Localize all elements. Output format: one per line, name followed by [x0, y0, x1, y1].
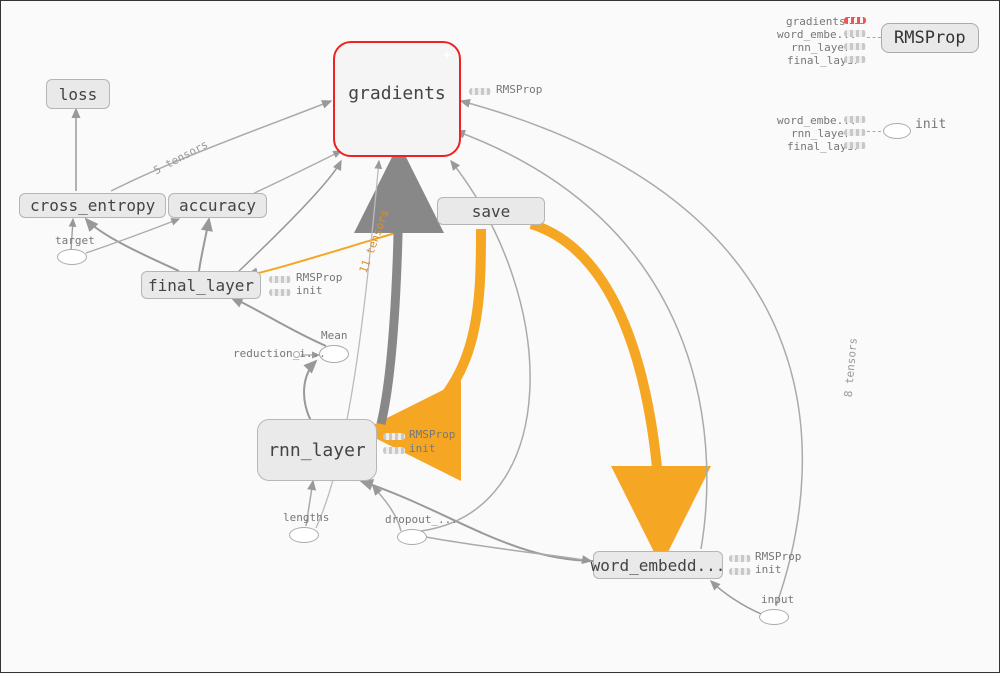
- var-badge-final-r: [269, 276, 291, 283]
- var-badge-rnn-r: [383, 433, 405, 440]
- legend-mid-link: [867, 131, 881, 132]
- node-target[interactable]: [57, 249, 87, 265]
- label-target: target: [55, 234, 95, 247]
- legend-mid-item-1: rnn_layer: [791, 127, 841, 140]
- label-dropout: dropout_...: [385, 513, 458, 526]
- node-gradients[interactable]: gradients +: [333, 41, 461, 157]
- node-input[interactable]: [759, 609, 789, 625]
- var-badge-final-i: [269, 289, 291, 296]
- legend-mid-bar-2: [844, 142, 866, 149]
- anno-rnn-rms: RMSProp: [409, 428, 455, 441]
- legend-top-bar-2: [844, 43, 866, 50]
- anno-rnn-init: init: [409, 442, 436, 455]
- legend-top-link: [867, 37, 881, 38]
- anno-final-rms: RMSProp: [296, 271, 342, 284]
- anno-we-rms: RMSProp: [755, 550, 801, 563]
- node-loss[interactable]: loss: [46, 79, 110, 109]
- legend-top-target[interactable]: RMSProp: [881, 23, 979, 53]
- var-badge-rnn-i: [383, 447, 405, 454]
- var-badge-we-r: [729, 555, 751, 562]
- node-save[interactable]: save: [437, 197, 545, 225]
- node-gradients-label: gradients: [348, 83, 446, 104]
- node-rnn-layer[interactable]: rnn_layer: [257, 419, 377, 481]
- legend-top-bar-3: [844, 56, 866, 63]
- anno-we-init: init: [755, 563, 782, 576]
- legend-top-item-1: word_embe...: [777, 28, 841, 41]
- var-badge-we-i: [729, 568, 751, 575]
- legend-top-item-2: rnn_layer: [791, 41, 841, 54]
- legend-top-bar-1: [844, 30, 866, 37]
- label-reduction-i: reduction_i...: [233, 347, 326, 360]
- legend-top-item-3: final_layer: [787, 54, 841, 67]
- legend-mid-target-label: init: [915, 117, 946, 132]
- legend-mid-target-ellipse[interactable]: [883, 123, 911, 139]
- legend-mid-item-2: final_layer: [787, 140, 841, 153]
- legend-mid-bar-0: [844, 116, 866, 123]
- label-mean: Mean: [321, 329, 348, 342]
- node-accuracy[interactable]: accuracy: [168, 193, 267, 218]
- legend-top-bar-0: [844, 17, 866, 24]
- node-dropout[interactable]: [397, 529, 427, 545]
- label-input: input: [761, 593, 794, 606]
- label-lengths: lengths: [283, 511, 329, 524]
- anno-gradients-rmsprop: RMSProp: [496, 83, 542, 96]
- node-word-embedd[interactable]: word_embedd...: [593, 551, 723, 579]
- node-final-layer[interactable]: final_layer: [141, 271, 261, 299]
- expand-icon[interactable]: +: [444, 48, 451, 62]
- node-cross-entropy[interactable]: cross_entropy: [19, 193, 166, 218]
- legend-top-item-0: gradients: [786, 15, 841, 28]
- legend-mid-item-0: word_embe...: [777, 114, 841, 127]
- node-lengths[interactable]: [289, 527, 319, 543]
- anno-final-init: init: [296, 284, 323, 297]
- legend-mid-bar-1: [844, 129, 866, 136]
- var-badge: [469, 88, 491, 95]
